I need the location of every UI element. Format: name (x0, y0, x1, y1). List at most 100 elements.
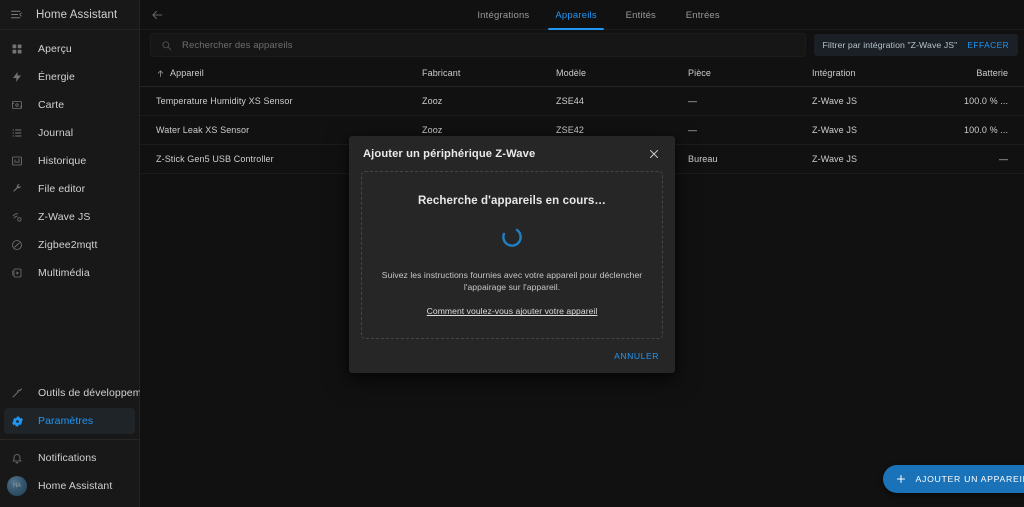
search-input[interactable]: Rechercher des appareils (150, 33, 806, 57)
chart-icon (7, 151, 27, 171)
sidebar-header: Home Assistant (0, 0, 139, 30)
cancel-button[interactable]: ANNULER (612, 347, 661, 365)
lightning-icon (7, 67, 27, 87)
column-header-batterie[interactable]: Batterie (964, 68, 1024, 78)
hammer-icon (7, 383, 27, 403)
cell-maker: Zooz (422, 96, 443, 106)
sidebar-item-label: Aperçu (38, 43, 72, 55)
column-header-appareil[interactable]: Appareil (144, 68, 422, 78)
sidebar-item-multimedia[interactable]: Multimédia (4, 260, 135, 286)
sidebar-item-historique[interactable]: Historique (4, 148, 135, 174)
sidebar-item-label: Zigbee2mqtt (38, 239, 98, 251)
wrench-icon (7, 179, 27, 199)
search-placeholder: Rechercher des appareils (182, 39, 293, 51)
sidebar-bottom: Outils de développement Paramètres Notif (0, 378, 156, 507)
tab-entrees[interactable]: Entrées (672, 0, 734, 30)
tab-entites[interactable]: Entités (610, 0, 672, 30)
zigbee-icon (7, 235, 27, 255)
dialog-body: Recherche d'appareils en cours… Suivez l… (349, 171, 675, 339)
pairing-hint-text: Suivez les instructions fournies avec vo… (381, 270, 643, 293)
cell-model: ZSE42 (556, 125, 585, 135)
sidebar-item-notifications[interactable]: Notifications (4, 445, 135, 471)
cell-maker: Zooz (422, 125, 443, 135)
cell-battery: 100.0 % ... (964, 96, 1009, 106)
tab-appareils[interactable]: Appareils (542, 0, 609, 30)
add-device-fab-label: AJOUTER UN APPAREIL (915, 474, 1024, 484)
arrow-up-icon (156, 69, 165, 78)
search-row: Rechercher des appareils Filtrer par int… (140, 30, 1024, 60)
dialog-header: Ajouter un périphérique Z-Wave (349, 136, 675, 171)
sidebar-divider (0, 439, 139, 440)
column-header-piece[interactable]: Pièce (688, 68, 812, 78)
searching-title: Recherche d'appareils en cours… (418, 195, 606, 207)
sidebar-item-outils-de-developpement[interactable]: Outils de développement (4, 380, 156, 406)
avatar: HA (7, 476, 27, 496)
sidebar-item-journal[interactable]: Journal (4, 120, 135, 146)
cell-device: Temperature Humidity XS Sensor (156, 96, 293, 106)
cell-battery: — (999, 154, 1009, 164)
cell-integration: Z-Wave JS (812, 154, 858, 164)
table-header-row: Appareil Fabricant Modèle Pièce Intégrat… (140, 60, 1024, 87)
media-icon (7, 263, 27, 283)
avatar-initials: HA (7, 476, 27, 496)
cell-room: — (688, 96, 698, 106)
sidebar: Home Assistant Aperçu Énergie Carte Jour… (0, 0, 156, 507)
sidebar-item-label: Multimédia (38, 267, 90, 279)
loading-spinner-icon (500, 225, 524, 249)
column-header-label: Appareil (170, 68, 204, 78)
map-icon (7, 95, 27, 115)
dialog-footer: ANNULER (349, 339, 675, 373)
sidebar-item-label: Historique (38, 155, 87, 167)
search-icon (161, 40, 173, 51)
close-icon[interactable] (645, 145, 663, 163)
cell-integration: Z-Wave JS (812, 125, 858, 135)
sidebar-item-user-profile[interactable]: HA Home Assistant (4, 473, 135, 499)
sidebar-nav: Aperçu Énergie Carte Journal Historique … (0, 30, 139, 378)
sidebar-item-label: Notifications (38, 452, 97, 464)
cell-integration: Z-Wave JS (812, 96, 858, 106)
cell-battery: 100.0 % ... (964, 125, 1009, 135)
cell-device: Water Leak XS Sensor (156, 125, 250, 135)
add-device-fab[interactable]: AJOUTER UN APPAREIL (882, 465, 1024, 493)
sidebar-item-apercu[interactable]: Aperçu (4, 36, 135, 62)
zwave-icon (7, 207, 27, 227)
grid-icon (7, 39, 27, 59)
sidebar-item-zigbee2mqtt[interactable]: Zigbee2mqtt (4, 232, 135, 258)
hamburger-menu-icon[interactable] (7, 6, 25, 24)
sidebar-item-label: Énergie (38, 71, 75, 83)
filter-chip-label: Filtrer par intégration "Z-Wave JS" (822, 40, 958, 50)
sidebar-item-parametres[interactable]: Paramètres (4, 408, 135, 434)
tab-bar: Intégrations Appareils Entités Entrées (140, 0, 1024, 30)
bell-icon (7, 448, 27, 468)
table-row[interactable]: Temperature Humidity XS Sensor Zooz ZSE4… (140, 87, 1024, 116)
sidebar-item-label: Home Assistant (38, 480, 113, 492)
dialog-title: Ajouter un périphérique Z-Wave (363, 147, 536, 160)
column-header-integration[interactable]: Intégration (812, 68, 964, 78)
column-header-modele[interactable]: Modèle (556, 68, 688, 78)
sidebar-item-label: Carte (38, 99, 65, 111)
sidebar-item-label: Journal (38, 127, 74, 139)
sidebar-item-label: File editor (38, 183, 86, 195)
gear-icon (7, 411, 27, 431)
how-to-add-device-link[interactable]: Comment voulez-vous ajouter votre appare… (427, 306, 598, 316)
column-header-fabricant[interactable]: Fabricant (422, 68, 556, 78)
app-root: Home Assistant Aperçu Énergie Carte Jour… (0, 0, 1024, 507)
cell-room: Bureau (688, 154, 718, 164)
top-toolbar: Intégrations Appareils Entités Entrées (140, 0, 1024, 30)
plus-icon (895, 473, 907, 485)
tab-integrations[interactable]: Intégrations (464, 0, 542, 30)
sidebar-item-energie[interactable]: Énergie (4, 64, 135, 90)
sidebar-item-z-wave-js[interactable]: Z-Wave JS (4, 204, 135, 230)
sidebar-item-carte[interactable]: Carte (4, 92, 135, 118)
sidebar-item-label: Outils de développement (38, 387, 157, 399)
cell-model: ZSE44 (556, 96, 585, 106)
arrow-left-icon[interactable] (140, 0, 174, 30)
clear-filter-button[interactable]: EFFACER (967, 40, 1009, 50)
filter-chip[interactable]: Filtrer par intégration "Z-Wave JS" EFFA… (813, 34, 1019, 56)
inclusion-status-panel: Recherche d'appareils en cours… Suivez l… (361, 171, 663, 339)
list-icon (7, 123, 27, 143)
add-zwave-device-dialog: Ajouter un périphérique Z-Wave Recherche… (349, 136, 675, 373)
sidebar-item-file-editor[interactable]: File editor (4, 176, 135, 202)
sidebar-item-label: Z-Wave JS (38, 211, 91, 223)
cell-room: — (688, 125, 698, 135)
